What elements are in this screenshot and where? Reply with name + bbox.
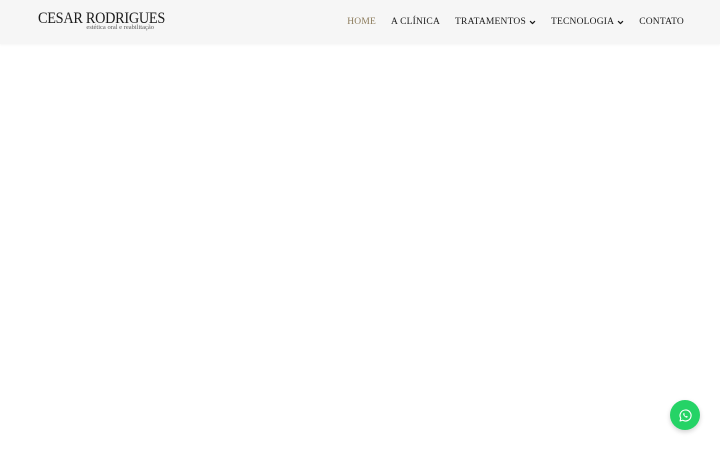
nav-item-label: HOME — [347, 17, 376, 27]
logo-tagline: estética oral e reabilitação — [86, 24, 154, 31]
site-header: CESAR RODRIGUES estética oral e reabilit… — [0, 0, 720, 44]
chevron-down-icon — [529, 19, 536, 26]
whatsapp-button[interactable] — [670, 400, 700, 430]
nav-item-label: TRATAMENTOS — [455, 17, 526, 27]
nav-item-tratamentos[interactable]: TRATAMENTOS — [455, 17, 536, 27]
nav-item-label: CONTATO — [639, 17, 684, 27]
nav-item-contato[interactable]: CONTATO — [639, 17, 684, 27]
nav-item-tecnologia[interactable]: TECNOLOGIA — [551, 17, 624, 27]
whatsapp-icon — [678, 408, 693, 423]
main-nav: HOME A CLÍNICA TRATAMENTOS TECNOLOGIA CO… — [347, 0, 684, 44]
site-logo[interactable]: CESAR RODRIGUES estética oral e reabilit… — [38, 11, 165, 35]
page: CESAR RODRIGUES estética oral e reabilit… — [0, 0, 720, 450]
nav-item-label: A CLÍNICA — [390, 17, 441, 27]
nav-item-home[interactable]: HOME — [347, 17, 376, 27]
chevron-down-icon — [617, 19, 624, 26]
nav-item-label: TECNOLOGIA — [550, 17, 615, 27]
nav-item-a-clinica[interactable]: A CLÍNICA — [391, 17, 440, 27]
